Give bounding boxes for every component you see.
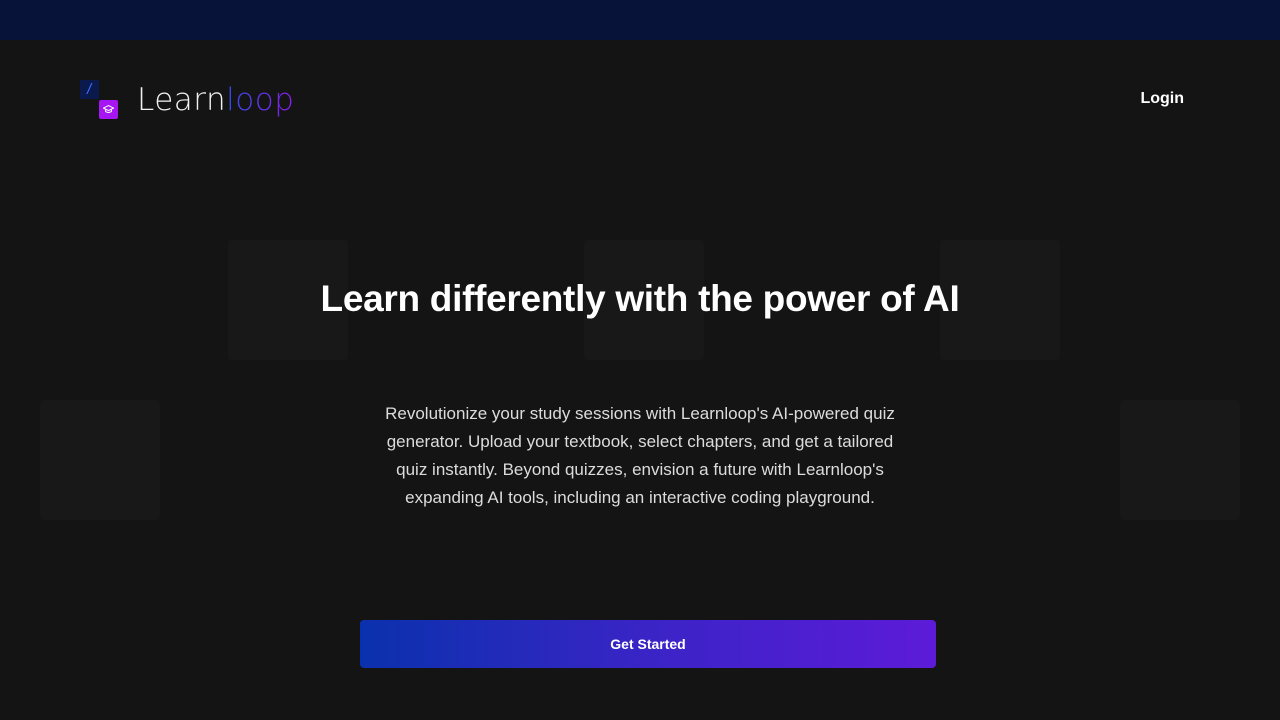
hero-description: Revolutionize your study sessions with L… (385, 404, 895, 507)
hero-section: Learn differently with the power of AI R… (0, 160, 1280, 720)
get-started-button[interactable]: Get Started (360, 620, 936, 668)
background-tile (1120, 400, 1240, 520)
logo-mark: / (80, 80, 120, 120)
hero-title: Learn differently with the power of AI (320, 278, 960, 319)
logo-word-loop: loop (226, 82, 295, 118)
logo-word-learn: Learn (137, 82, 227, 118)
code-slash-icon: / (80, 80, 99, 99)
graduation-cap-icon (99, 100, 118, 119)
top-banner (0, 0, 1280, 40)
background-tile (40, 400, 160, 520)
learnloop-logo[interactable]: / Learnloop (80, 80, 294, 120)
logo-wordmark: Learnloop (137, 80, 294, 120)
site-header: / Learnloop Login (0, 40, 1280, 160)
login-link[interactable]: Login (1140, 90, 1184, 108)
